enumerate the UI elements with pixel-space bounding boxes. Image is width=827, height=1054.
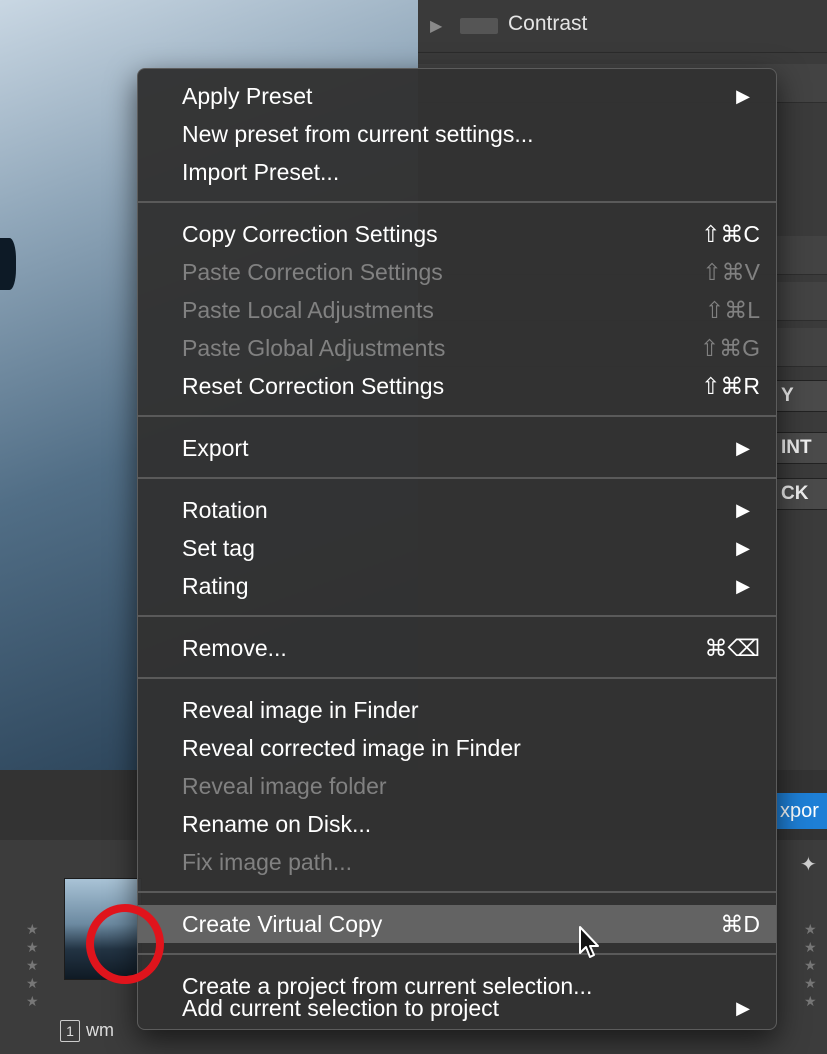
menu-separator [138, 415, 776, 417]
menu-item-import-preset[interactable]: Import Preset... [138, 153, 776, 191]
menu-item-label: Paste Local Adjustments [182, 297, 434, 323]
menu-separator [138, 953, 776, 955]
menu-shortcut: ⌘⌫ [704, 635, 760, 661]
rating-stars-icon[interactable]: ★ ★ ★ ★ ★ [26, 920, 39, 1010]
index-badge: 1 [60, 1020, 80, 1042]
menu-item-label: Export [182, 435, 249, 461]
menu-shortcut: ⇧⌘V [702, 259, 760, 285]
menu-item-label: New preset from current settings... [182, 121, 534, 147]
submenu-arrow-icon: ▶ [736, 998, 750, 1018]
menu-item-label: Paste Correction Settings [182, 259, 443, 285]
menu-item-paste-global: Paste Global Adjustments ⇧⌘G [138, 329, 776, 367]
menu-item-fix-image-path: Fix image path... [138, 843, 776, 881]
menu-item-label: Reveal image folder [182, 773, 387, 799]
menu-item-reveal-in-finder[interactable]: Reveal image in Finder [138, 691, 776, 729]
menu-item-copy-correction[interactable]: Copy Correction Settings ⇧⌘C [138, 215, 776, 253]
menu-item-add-to-project[interactable]: Add current selection to project ▶ [138, 989, 776, 1027]
menu-item-paste-local: Paste Local Adjustments ⇧⌘L [138, 291, 776, 329]
menu-separator [138, 677, 776, 679]
menu-item-reset-correction[interactable]: Reset Correction Settings ⇧⌘R [138, 367, 776, 405]
menu-item-label: Remove... [182, 635, 287, 661]
side-button[interactable]: Y [776, 380, 827, 412]
submenu-arrow-icon: ▶ [736, 86, 750, 106]
menu-item-set-tag[interactable]: Set tag ▶ [138, 529, 776, 567]
menu-shortcut: ⇧⌘L [704, 297, 760, 323]
menu-item-new-preset[interactable]: New preset from current settings... [138, 115, 776, 153]
contrast-label: Contrast [508, 12, 588, 35]
rating-stars-icon[interactable]: ★ ★ ★ ★ ★ [804, 920, 817, 1010]
annotation-circle [86, 904, 164, 984]
menu-item-label: Create Virtual Copy [182, 911, 383, 937]
menu-item-label: Reset Correction Settings [182, 373, 445, 399]
menu-item-label: Add current selection to project [182, 995, 500, 1021]
menu-shortcut: ⇧⌘G [699, 335, 760, 361]
menu-item-label: Fix image path... [182, 849, 353, 875]
menu-item-apply-preset[interactable]: Apply Preset ▶ [138, 77, 776, 115]
menu-item-label: Reveal corrected image in Finder [182, 735, 521, 761]
menu-item-label: Rotation [182, 497, 268, 523]
submenu-arrow-icon: ▶ [736, 576, 750, 596]
context-menu: Apply Preset ▶ New preset from current s… [137, 68, 777, 1030]
menu-item-label: Reveal image in Finder [182, 697, 419, 723]
menu-item-label: Copy Correction Settings [182, 221, 438, 247]
preview-subject [0, 238, 16, 290]
sparkle-icon[interactable]: ✦ [800, 852, 817, 877]
thumbnail-filename: wm [86, 1020, 114, 1040]
menu-item-paste-correction: Paste Correction Settings ⇧⌘V [138, 253, 776, 291]
menu-separator [138, 477, 776, 479]
menu-item-remove[interactable]: Remove... ⌘⌫ [138, 629, 776, 667]
menu-shortcut: ⇧⌘R [701, 373, 760, 399]
tool-toggle-icon[interactable] [460, 18, 498, 34]
menu-item-reveal-folder: Reveal image folder [138, 767, 776, 805]
menu-item-reveal-corrected[interactable]: Reveal corrected image in Finder [138, 729, 776, 767]
mouse-pointer-icon [579, 926, 599, 958]
submenu-arrow-icon: ▶ [736, 538, 750, 558]
side-button[interactable]: CK [776, 478, 827, 510]
menu-shortcut: ⌘D [720, 911, 760, 937]
export-tab[interactable]: xpor [776, 793, 827, 829]
menu-separator [138, 615, 776, 617]
submenu-arrow-icon: ▶ [736, 438, 750, 458]
menu-separator [138, 891, 776, 893]
menu-item-create-virtual-copy[interactable]: Create Virtual Copy ⌘D [138, 905, 776, 943]
menu-item-export[interactable]: Export ▶ [138, 429, 776, 467]
menu-item-rotation[interactable]: Rotation ▶ [138, 491, 776, 529]
menu-item-label: Rating [182, 573, 249, 599]
menu-separator [138, 201, 776, 203]
side-button[interactable]: INT [776, 432, 827, 464]
menu-item-label: Rename on Disk... [182, 811, 372, 837]
menu-item-rename-on-disk[interactable]: Rename on Disk... [138, 805, 776, 843]
menu-item-label: Paste Global Adjustments [182, 335, 446, 361]
disclosure-triangle-icon[interactable]: ▶ [430, 16, 442, 36]
menu-shortcut: ⇧⌘C [701, 221, 760, 247]
menu-item-label: Set tag [182, 535, 255, 561]
menu-item-rating[interactable]: Rating ▶ [138, 567, 776, 605]
submenu-arrow-icon: ▶ [736, 500, 750, 520]
menu-item-label: Import Preset... [182, 159, 340, 185]
menu-item-label: Apply Preset [182, 83, 313, 109]
